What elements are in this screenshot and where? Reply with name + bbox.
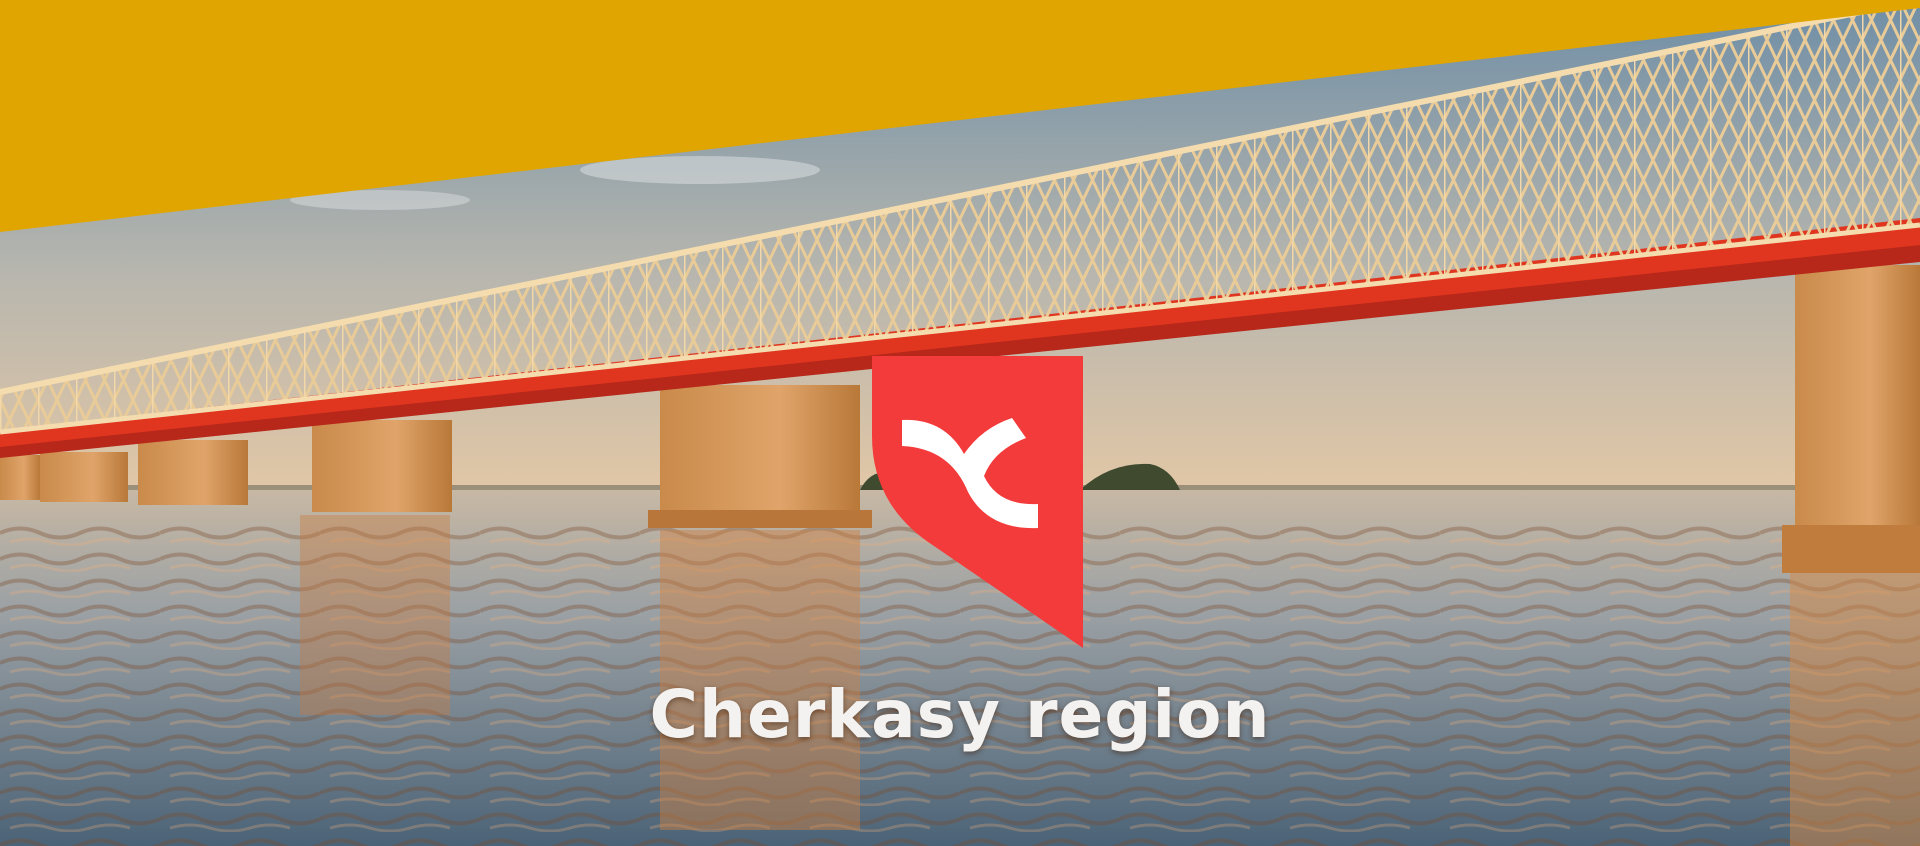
hero-banner: Cherkasy region — [0, 0, 1920, 846]
region-title: Cherkasy region — [649, 676, 1271, 753]
cherkasy-region-logo-icon — [872, 356, 1083, 648]
